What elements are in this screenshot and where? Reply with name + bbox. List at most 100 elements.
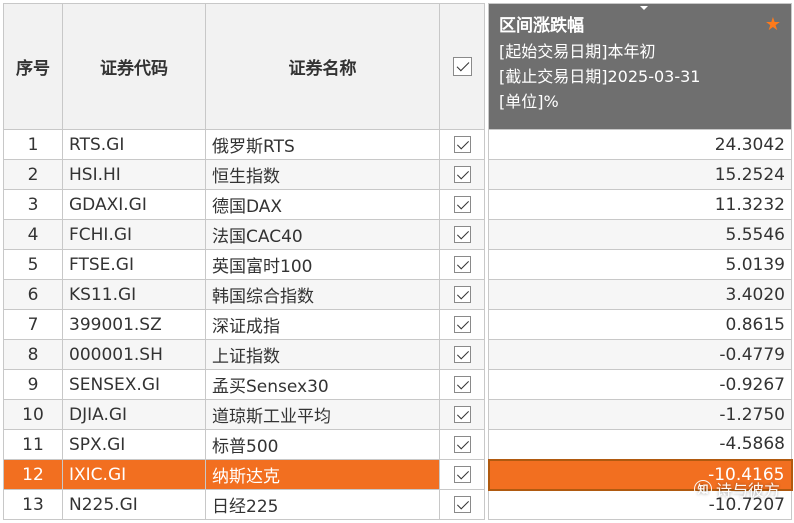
- table-row[interactable]: 10 DJIA.GI 道琼斯工业平均 -1.2750: [3, 399, 792, 430]
- table-row[interactable]: 9 SENSEX.GI 孟买Sensex30 -0.9267: [3, 369, 792, 400]
- metric-unit: [单位]%: [499, 92, 559, 111]
- security-name[interactable]: 韩国综合指数: [205, 279, 440, 310]
- row-checkbox[interactable]: [439, 399, 485, 430]
- security-name[interactable]: 深证成指: [205, 309, 440, 340]
- range-change-value[interactable]: 11.3232: [488, 189, 792, 220]
- security-code[interactable]: SENSEX.GI: [62, 369, 206, 400]
- security-code[interactable]: HSI.HI: [62, 159, 206, 190]
- table-row[interactable]: 4 FCHI.GI 法国CAC40 5.5546: [3, 219, 792, 250]
- row-checkbox[interactable]: [439, 279, 485, 310]
- security-code[interactable]: RTS.GI: [62, 129, 206, 160]
- checkbox-icon[interactable]: [453, 346, 471, 363]
- security-code[interactable]: KS11.GI: [62, 279, 206, 310]
- security-code[interactable]: DJIA.GI: [62, 399, 206, 430]
- row-checkbox[interactable]: [439, 189, 485, 220]
- row-checkbox[interactable]: [439, 249, 485, 280]
- range-change-value[interactable]: -0.4779: [488, 339, 792, 370]
- checkbox-icon[interactable]: [453, 436, 471, 453]
- security-name[interactable]: 上证指数: [205, 339, 440, 370]
- row-checkbox[interactable]: [439, 129, 485, 160]
- table-row[interactable]: 6 KS11.GI 韩国综合指数 3.4020: [3, 279, 792, 310]
- col-header-seq[interactable]: 序号: [3, 3, 63, 130]
- range-change-value[interactable]: 3.4020: [488, 279, 792, 310]
- table-row[interactable]: 7 399001.SZ 深证成指 0.8615: [3, 309, 792, 340]
- row-number: 13: [3, 489, 63, 520]
- security-name[interactable]: 标普500: [205, 429, 440, 460]
- security-name[interactable]: 道琼斯工业平均: [205, 399, 440, 430]
- security-name[interactable]: 日经225: [205, 489, 440, 520]
- security-name[interactable]: 俄罗斯RTS: [205, 129, 440, 160]
- security-code[interactable]: IXIC.GI: [62, 459, 206, 490]
- checkbox-icon[interactable]: [453, 496, 471, 513]
- table-row[interactable]: 2 HSI.HI 恒生指数 15.2524: [3, 159, 792, 190]
- checkbox-icon[interactable]: [453, 136, 471, 153]
- range-change-value[interactable]: -0.9267: [488, 369, 792, 400]
- row-checkbox[interactable]: [439, 219, 485, 250]
- checkbox-icon[interactable]: [453, 196, 471, 213]
- range-change-value[interactable]: 24.3042: [488, 129, 792, 160]
- security-code[interactable]: 399001.SZ: [62, 309, 206, 340]
- sort-caret-icon[interactable]: [640, 6, 648, 10]
- row-number: 10: [3, 399, 63, 430]
- table-row[interactable]: 13 N225.GI 日经225 -10.7207: [3, 489, 792, 520]
- row-number: 9: [3, 369, 63, 400]
- col-header-range-change[interactable]: 区间涨跌幅 [起始交易日期]本年初 [截止交易日期]2025-03-31 [单位…: [488, 3, 792, 130]
- metric-start-date: [起始交易日期]本年初: [499, 42, 656, 61]
- row-number: 12: [3, 459, 63, 490]
- table-row[interactable]: 12 IXIC.GI 纳斯达克 -10.4165: [3, 458, 793, 491]
- zhihu-logo-icon: 知: [693, 480, 712, 498]
- row-checkbox[interactable]: [439, 369, 485, 400]
- row-checkbox[interactable]: [439, 489, 485, 520]
- star-icon[interactable]: ★: [765, 14, 781, 35]
- table-row[interactable]: 3 GDAXI.GI 德国DAX 11.3232: [3, 189, 792, 220]
- checkbox-icon[interactable]: [453, 226, 471, 243]
- security-name[interactable]: 孟买Sensex30: [205, 369, 440, 400]
- row-checkbox[interactable]: [439, 429, 485, 460]
- checkbox-icon[interactable]: [453, 256, 471, 273]
- security-code[interactable]: FCHI.GI: [62, 219, 206, 250]
- range-change-value[interactable]: 5.5546: [488, 219, 792, 250]
- row-number: 11: [3, 429, 63, 460]
- checkbox-icon[interactable]: [453, 406, 471, 423]
- security-name[interactable]: 德国DAX: [205, 189, 440, 220]
- row-checkbox[interactable]: [439, 309, 485, 340]
- security-name[interactable]: 英国富时100: [205, 249, 440, 280]
- col-header-name[interactable]: 证券名称: [205, 3, 440, 130]
- range-change-value[interactable]: 5.0139: [488, 249, 792, 280]
- securities-table: 序号 证券代码 证券名称 区间涨跌幅 [起始交易日期]本年初 [截止交易日期]2…: [3, 3, 793, 520]
- table-row[interactable]: 8 000001.SH 上证指数 -0.4779: [3, 339, 792, 370]
- col-header-select-all[interactable]: [439, 3, 485, 130]
- range-change-value[interactable]: 15.2524: [488, 159, 792, 190]
- security-name[interactable]: 恒生指数: [205, 159, 440, 190]
- range-change-value[interactable]: -1.2750: [488, 399, 792, 430]
- row-checkbox[interactable]: [439, 159, 485, 190]
- row-number: 6: [3, 279, 63, 310]
- security-code[interactable]: GDAXI.GI: [62, 189, 206, 220]
- row-number: 8: [3, 339, 63, 370]
- security-name[interactable]: 纳斯达克: [205, 459, 440, 490]
- row-checkbox[interactable]: [439, 339, 485, 370]
- checkbox-icon[interactable]: [453, 466, 471, 483]
- range-change-value[interactable]: 0.8615: [488, 309, 792, 340]
- checkbox-icon[interactable]: [453, 286, 471, 303]
- row-checkbox[interactable]: [439, 459, 485, 490]
- row-number: 4: [3, 219, 63, 250]
- security-code[interactable]: FTSE.GI: [62, 249, 206, 280]
- range-change-value[interactable]: -4.5868: [488, 429, 792, 460]
- security-code[interactable]: 000001.SH: [62, 339, 206, 370]
- checkbox-icon[interactable]: [453, 316, 471, 333]
- watermark: 知 诗与彼方: [693, 477, 780, 501]
- security-name[interactable]: 法国CAC40: [205, 219, 440, 250]
- table-row[interactable]: 1 RTS.GI 俄罗斯RTS 24.3042: [3, 129, 792, 160]
- col-header-code[interactable]: 证券代码: [62, 3, 206, 130]
- checkbox-icon[interactable]: [453, 376, 471, 393]
- security-code[interactable]: N225.GI: [62, 489, 206, 520]
- security-code[interactable]: SPX.GI: [62, 429, 206, 460]
- checkbox-icon[interactable]: [453, 166, 471, 183]
- row-number: 3: [3, 189, 63, 220]
- checkbox-icon[interactable]: [452, 57, 472, 76]
- table-row[interactable]: 5 FTSE.GI 英国富时100 5.0139: [3, 249, 792, 280]
- metric-end-date: [截止交易日期]2025-03-31: [499, 67, 701, 86]
- row-number: 2: [3, 159, 63, 190]
- table-row[interactable]: 11 SPX.GI 标普500 -4.5868: [3, 429, 792, 460]
